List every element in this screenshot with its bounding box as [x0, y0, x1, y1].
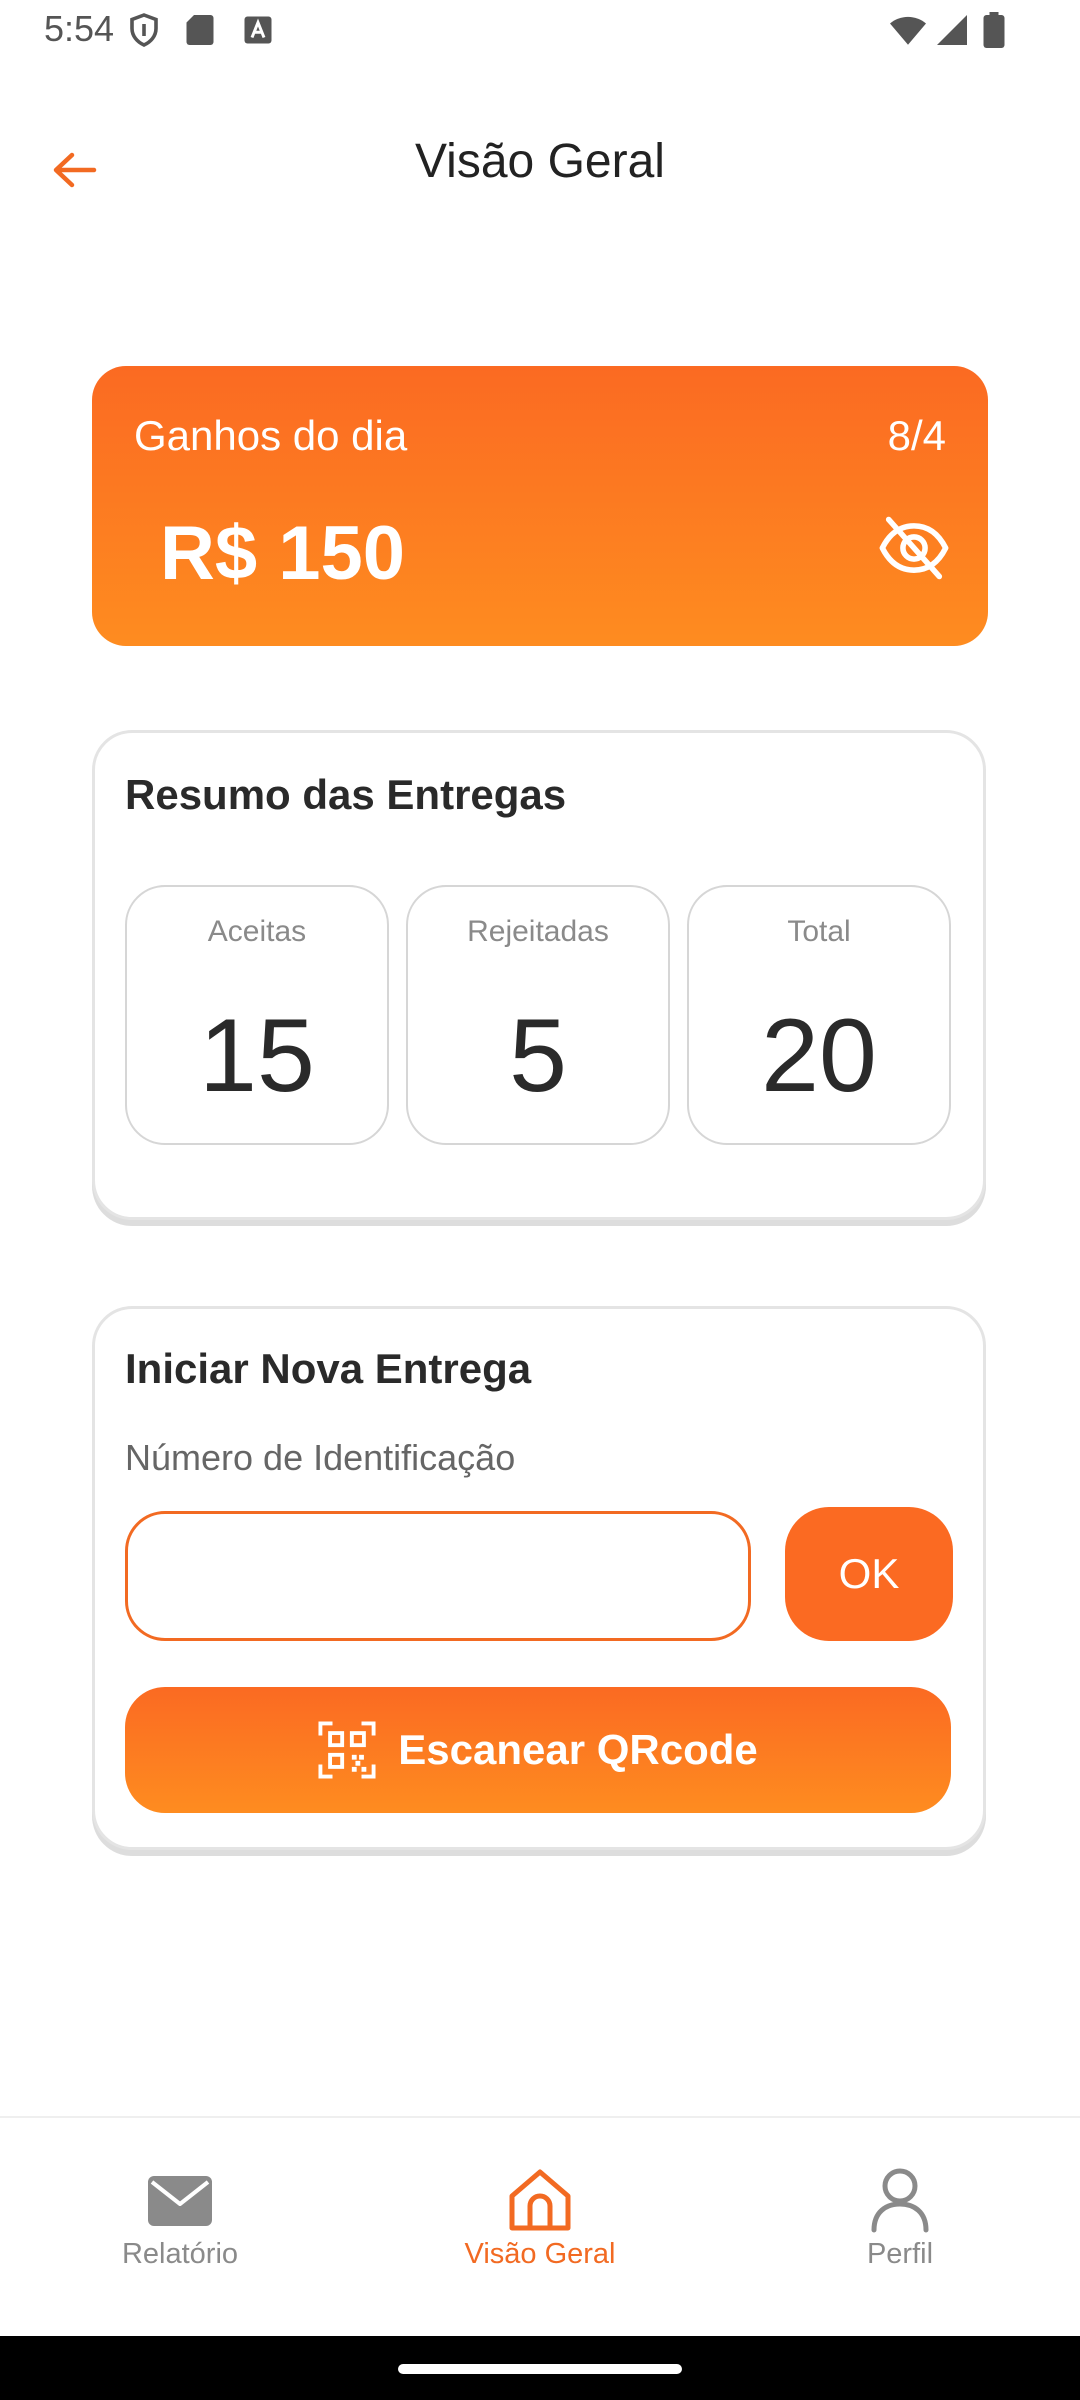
stat-label: Total	[787, 915, 851, 948]
mail-icon	[148, 2176, 212, 2226]
battery-icon	[982, 12, 1006, 48]
stat-total: Total 20	[687, 885, 951, 1145]
earnings-label: Ganhos do dia	[134, 412, 408, 459]
nav-label: Perfil	[866, 2238, 934, 2270]
stat-label: Aceitas	[207, 915, 307, 948]
stat-accepted: Aceitas 15	[125, 885, 389, 1145]
home-icon	[509, 2169, 571, 2231]
id-number-input[interactable]	[125, 1511, 751, 1641]
status-bar: 5:54	[0, 0, 1080, 62]
home-gesture-handle[interactable]	[398, 2364, 682, 2374]
summary-title: Resumo das Entregas	[125, 771, 567, 818]
new-delivery-card: Iniciar Nova Entrega Número de Identific…	[92, 1306, 986, 1850]
stat-label: Rejeitadas	[467, 915, 609, 948]
nav-label: Visão Geral	[464, 2238, 616, 2270]
stat-value: 15	[199, 998, 315, 1114]
stat-value: 5	[509, 998, 567, 1114]
stat-value: 20	[761, 998, 877, 1114]
status-time: 5:54	[44, 8, 115, 49]
new-delivery-title: Iniciar Nova Entrega	[125, 1345, 532, 1392]
wifi-icon	[888, 12, 928, 48]
scan-qrcode-button[interactable]: Escanear QRcode	[125, 1687, 951, 1813]
nav-label: Relatório	[121, 2238, 239, 2270]
stat-rejected: Rejeitadas 5	[406, 885, 670, 1145]
nav-item-relatorio[interactable]: Relatório	[0, 2118, 360, 2338]
sd-card-icon	[182, 12, 218, 48]
signal-icon	[934, 12, 970, 48]
ok-button[interactable]: OK	[785, 1507, 953, 1641]
keyboard-a-icon	[240, 12, 276, 48]
toggle-visibility-button[interactable]	[876, 510, 952, 586]
earnings-date: 8/4	[887, 412, 946, 459]
system-gesture-bar	[0, 2336, 1080, 2400]
shield-icon	[126, 12, 162, 48]
earnings-card: Ganhos do dia 8/4 R$ 150	[92, 366, 988, 646]
qr-scan-icon	[318, 1721, 376, 1779]
scan-qrcode-label: Escanear QRcode	[398, 1726, 758, 1773]
earnings-value: R$ 150	[160, 511, 406, 596]
nav-item-visao-geral[interactable]: Visão Geral	[360, 2118, 720, 2338]
page-title: Visão Geral	[415, 135, 665, 188]
user-icon	[871, 2168, 929, 2233]
nav-item-perfil[interactable]: Perfil	[720, 2118, 1080, 2338]
bottom-navigation: Relatório Visão Geral Perfil	[0, 2116, 1080, 2336]
delivery-summary-card: Resumo das Entregas Aceitas 15 Rejeitada…	[92, 730, 986, 1220]
app-header: Visão Geral	[0, 100, 1080, 230]
id-field-label: Número de Identificação	[125, 1437, 516, 1478]
eye-off-icon	[879, 516, 949, 580]
